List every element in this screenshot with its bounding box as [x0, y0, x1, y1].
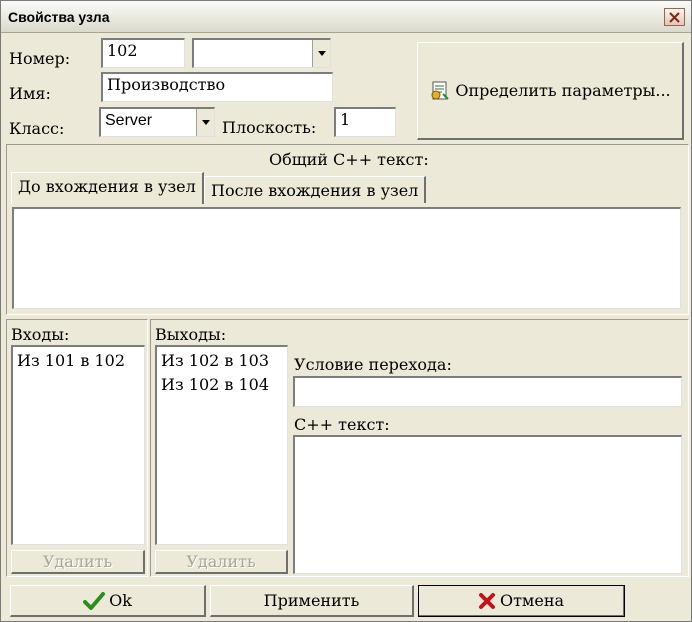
- node-properties-dialog: Свойства узла Номер: 102 Имя: Производст…: [0, 0, 692, 622]
- parameters-icon: [431, 81, 450, 100]
- chevron-down-icon[interactable]: [312, 40, 330, 67]
- inputs-delete-button[interactable]: Удалить: [11, 550, 145, 574]
- cancel-button[interactable]: Отмена: [418, 585, 625, 617]
- apply-label: Применить: [263, 591, 360, 610]
- transition-cpp-textarea[interactable]: [293, 435, 682, 574]
- number-input[interactable]: 102: [101, 38, 185, 68]
- outputs-label: Выходы:: [155, 325, 227, 344]
- list-item[interactable]: Из 102 в 103: [161, 349, 283, 373]
- define-parameters-button[interactable]: Определить параметры...: [417, 42, 684, 140]
- common-cpp-label: Общий C++ текст:: [269, 150, 429, 169]
- plane-label: Плоскость:: [222, 118, 317, 137]
- class-combo-value: Server: [105, 112, 153, 129]
- number-label: Номер:: [9, 49, 71, 68]
- name-input[interactable]: Производство: [101, 72, 333, 102]
- list-item[interactable]: Из 101 в 102: [17, 349, 140, 373]
- transition-condition-input[interactable]: [293, 376, 682, 407]
- ok-label: Ok: [109, 591, 132, 610]
- close-button[interactable]: [664, 8, 685, 26]
- common-cpp-textarea[interactable]: [12, 207, 681, 309]
- cancel-x-icon: [478, 592, 495, 609]
- class-label: Класс:: [9, 119, 65, 138]
- number-combo[interactable]: [192, 38, 331, 68]
- inputs-label: Входы:: [11, 325, 70, 344]
- tab-before-entering[interactable]: До вхождения в узел: [11, 172, 204, 204]
- ok-button[interactable]: Ok: [10, 585, 206, 617]
- transition-condition-label: Условие перехода:: [294, 355, 452, 374]
- tab-label: До вхождения в узел: [18, 177, 196, 196]
- outputs-delete-button[interactable]: Удалить: [155, 550, 288, 574]
- apply-button[interactable]: Применить: [210, 585, 414, 617]
- tab-label: После вхождения в узел: [211, 181, 419, 200]
- plane-input[interactable]: 1: [334, 107, 396, 137]
- cancel-label: Отмена: [499, 591, 565, 610]
- tab-after-entering[interactable]: После вхождения в узел: [204, 176, 427, 203]
- define-parameters-label: Определить параметры...: [455, 81, 671, 100]
- class-combo[interactable]: Server: [99, 107, 215, 137]
- delete-label: Удалить: [42, 552, 113, 571]
- delete-label: Удалить: [186, 552, 256, 571]
- close-icon: [669, 11, 680, 23]
- title-bar[interactable]: Свойства узла: [1, 1, 691, 33]
- chevron-down-icon[interactable]: [196, 109, 214, 136]
- outputs-list[interactable]: Из 102 в 103 Из 102 в 104: [155, 345, 288, 545]
- inputs-list[interactable]: Из 101 в 102: [11, 345, 145, 545]
- checkmark-icon: [83, 591, 106, 610]
- list-item[interactable]: Из 102 в 104: [161, 373, 283, 397]
- window-title: Свойства узла: [8, 9, 110, 25]
- name-label: Имя:: [9, 84, 51, 103]
- transition-cpp-label: C++ текст:: [294, 415, 390, 434]
